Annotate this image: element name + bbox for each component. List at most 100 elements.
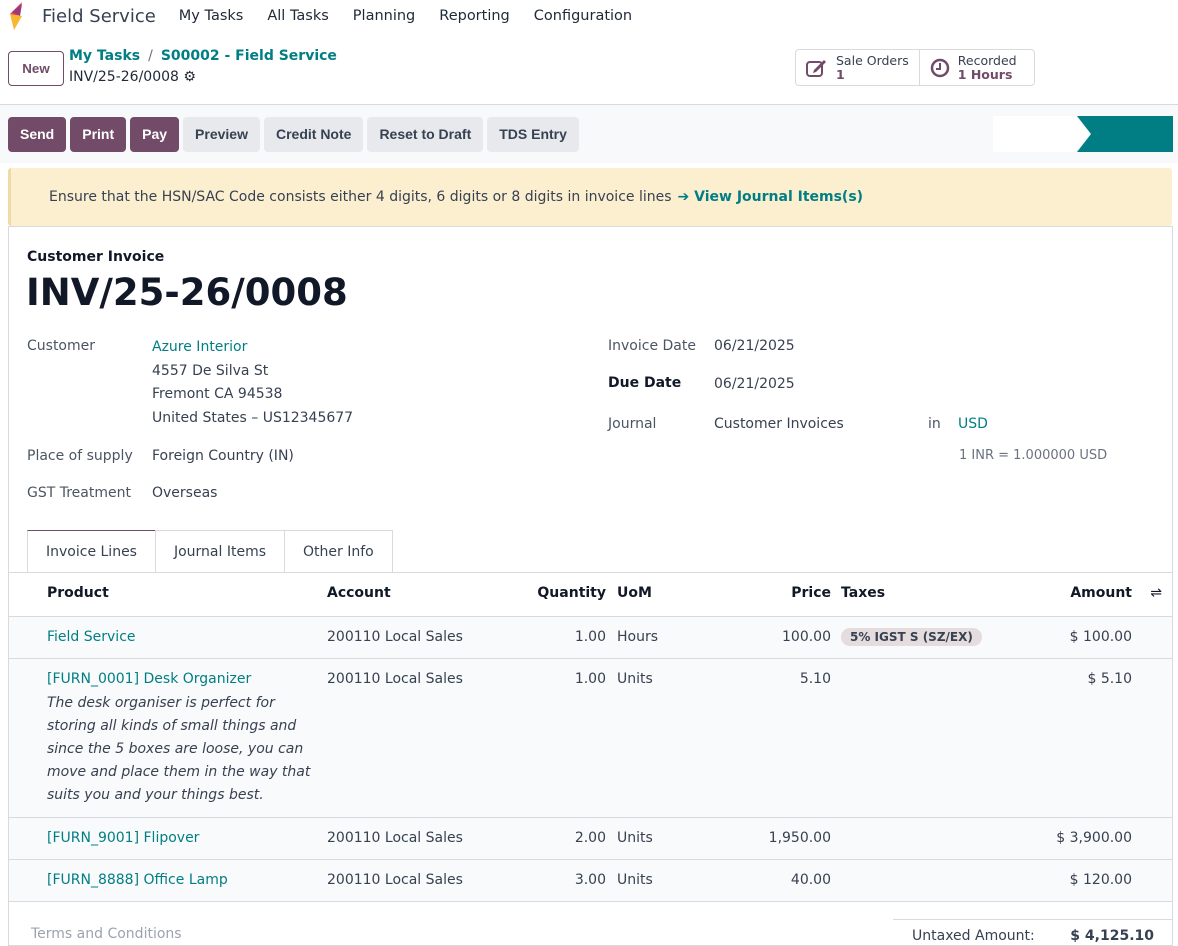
top-nav: Field Service My Tasks All Tasks Plannin… <box>0 0 1178 32</box>
credit-note-button[interactable]: Credit Note <box>263 116 364 152</box>
untaxed-amount-label: Untaxed Amount: <box>912 928 1035 944</box>
menu-reporting[interactable]: Reporting <box>439 8 510 24</box>
table-row[interactable]: Field Service 200110 Local Sales 1.00 Ho… <box>9 617 1172 659</box>
smart-buttons: Sale Orders 1 Recorded 1 Hours <box>795 49 1035 86</box>
exchange-rate: 1 INR = 1.000000 USD <box>959 448 1108 463</box>
view-journal-items-link[interactable]: ➔ View Journal Items(s) <box>678 189 864 205</box>
table-row[interactable]: [FURN_0001] Desk Organizer The desk orga… <box>9 659 1172 818</box>
recorded-hours-button[interactable]: Recorded 1 Hours <box>918 50 1034 85</box>
invoice-number: INV/25-26/0008 <box>26 271 348 314</box>
menu-all-tasks[interactable]: All Tasks <box>267 8 328 24</box>
breadcrumb-separator: / <box>148 48 153 64</box>
control-panel: New My Tasks / S00002 - Field Service INV/… <box>0 32 1178 105</box>
col-amount[interactable]: Amount <box>1070 585 1132 601</box>
app-name[interactable]: Field Service <box>42 6 156 27</box>
menu-planning[interactable]: Planning <box>353 8 415 24</box>
table-header: Product Account Quantity UoM Price Taxes… <box>9 573 1172 617</box>
row-amount: $ 100.00 <box>1069 629 1132 645</box>
new-button[interactable]: New <box>8 51 64 86</box>
breadcrumb-sale-order[interactable]: S00002 - Field Service <box>161 48 337 64</box>
row-description: The desk organiser is perfect for storin… <box>47 695 311 803</box>
reset-to-draft-button[interactable]: Reset to Draft <box>367 116 484 152</box>
journal-label: Journal <box>608 416 657 432</box>
invoice-footer: Terms and Conditions Untaxed Amount: $ 4… <box>9 902 1172 944</box>
tab-journal-items[interactable]: Journal Items <box>154 530 286 572</box>
invoice-date-field[interactable]: 06/21/2025 <box>714 338 795 354</box>
tax-badge: 5% IGST S (SZ/EX) <box>841 628 982 646</box>
row-quantity: 2.00 <box>574 830 606 846</box>
row-quantity: 1.00 <box>574 629 606 645</box>
col-taxes[interactable]: Taxes <box>841 585 885 601</box>
address-line-3: United States – US12345677 <box>152 410 354 426</box>
col-account[interactable]: Account <box>327 585 391 601</box>
address-line-2: Fremont CA 94538 <box>152 386 283 402</box>
tds-entry-button[interactable]: TDS Entry <box>487 116 579 152</box>
row-quantity: 3.00 <box>574 872 606 888</box>
row-product[interactable]: [FURN_8888] Office Lamp <box>47 872 228 888</box>
row-account: 200110 Local Sales <box>327 671 463 687</box>
pay-button[interactable]: Pay <box>130 116 180 152</box>
untaxed-amount-value: $ 4,125.10 <box>1070 928 1154 944</box>
in-label: in <box>928 416 941 432</box>
field-service-logo-icon[interactable] <box>8 2 30 30</box>
row-account: 200110 Local Sales <box>327 629 463 645</box>
terms-and-conditions-field[interactable]: Terms and Conditions <box>31 926 182 942</box>
row-price: 40.00 <box>790 872 831 888</box>
row-product[interactable]: [FURN_0001] Desk Organizer <box>47 671 251 687</box>
col-price[interactable]: Price <box>791 585 831 601</box>
row-amount: $ 120.00 <box>1069 872 1132 888</box>
place-of-supply-label: Place of supply <box>27 448 133 464</box>
row-quantity: 1.00 <box>574 671 606 687</box>
gst-treatment-label: GST Treatment <box>27 485 131 501</box>
menu-configuration[interactable]: Configuration <box>534 8 632 24</box>
col-uom[interactable]: UoM <box>617 585 652 601</box>
table-row[interactable]: [FURN_8888] Office Lamp 200110 Local Sal… <box>9 860 1172 902</box>
col-product[interactable]: Product <box>47 585 109 601</box>
currency-field[interactable]: USD <box>958 416 988 432</box>
print-button[interactable]: Print <box>70 116 127 152</box>
row-amount: $ 5.10 <box>1087 671 1132 687</box>
row-account: 200110 Local Sales <box>327 872 463 888</box>
place-of-supply-field[interactable]: Foreign Country (IN) <box>152 448 294 464</box>
invoice-date-label: Invoice Date <box>608 338 696 354</box>
breadcrumb-my-tasks[interactable]: My Tasks <box>69 48 140 64</box>
status-bar[interactable] <box>993 116 1173 152</box>
tab-invoice-lines[interactable]: Invoice Lines <box>27 530 156 573</box>
gear-icon[interactable]: ⚙ <box>183 69 196 85</box>
row-price: 100.00 <box>782 629 831 645</box>
row-uom: Units <box>617 872 653 888</box>
invoice-form: Customer Invoice INV/25-26/0008 Customer… <box>8 226 1173 946</box>
due-date-label: Due Date <box>608 375 682 391</box>
clock-icon <box>930 58 950 77</box>
table-row[interactable]: [FURN_9001] Flipover 200110 Local Sales … <box>9 818 1172 860</box>
gst-treatment-field[interactable]: Overseas <box>152 485 217 501</box>
invoice-lines-table: Product Account Quantity UoM Price Taxes… <box>9 572 1172 944</box>
record-title: INV/25-26/0008 <box>69 69 179 85</box>
notebook-tabs: Invoice Lines Journal Items Other Info <box>27 530 393 573</box>
row-price: 5.10 <box>799 671 831 687</box>
address-line-1: 4557 De Silva St <box>152 363 269 379</box>
optional-columns-icon[interactable]: ⇌ <box>1150 585 1162 601</box>
sale-orders-button[interactable]: Sale Orders 1 <box>796 50 919 85</box>
record-name: INV/25-26/0008 ⚙ <box>69 69 196 85</box>
sale-orders-label: Sale Orders <box>836 52 909 68</box>
sale-orders-count: 1 <box>836 66 845 82</box>
send-button[interactable]: Send <box>8 116 67 152</box>
row-uom: Hours <box>617 629 659 645</box>
due-date-field[interactable]: 06/21/2025 <box>714 376 795 392</box>
recorded-label: Recorded <box>957 52 1017 68</box>
customer-field[interactable]: Azure Interior <box>152 339 247 355</box>
journal-field[interactable]: Customer Invoices <box>714 416 844 432</box>
preview-button[interactable]: Preview <box>183 116 260 152</box>
tab-other-info[interactable]: Other Info <box>284 530 393 572</box>
hsn-warning-alert: Ensure that the HSN/SAC Code consists ei… <box>8 168 1172 226</box>
action-bar: Send Print Pay Preview Credit Note Reset… <box>0 105 1178 163</box>
menu-my-tasks[interactable]: My Tasks <box>179 8 244 24</box>
edit-icon <box>806 59 826 77</box>
invoice-type: Customer Invoice <box>27 249 165 265</box>
col-quantity[interactable]: Quantity <box>537 585 606 601</box>
row-product[interactable]: Field Service <box>47 629 136 645</box>
row-account: 200110 Local Sales <box>327 830 463 846</box>
row-product[interactable]: [FURN_9001] Flipover <box>47 830 199 846</box>
breadcrumb: My Tasks / S00002 - Field Service <box>69 48 337 64</box>
